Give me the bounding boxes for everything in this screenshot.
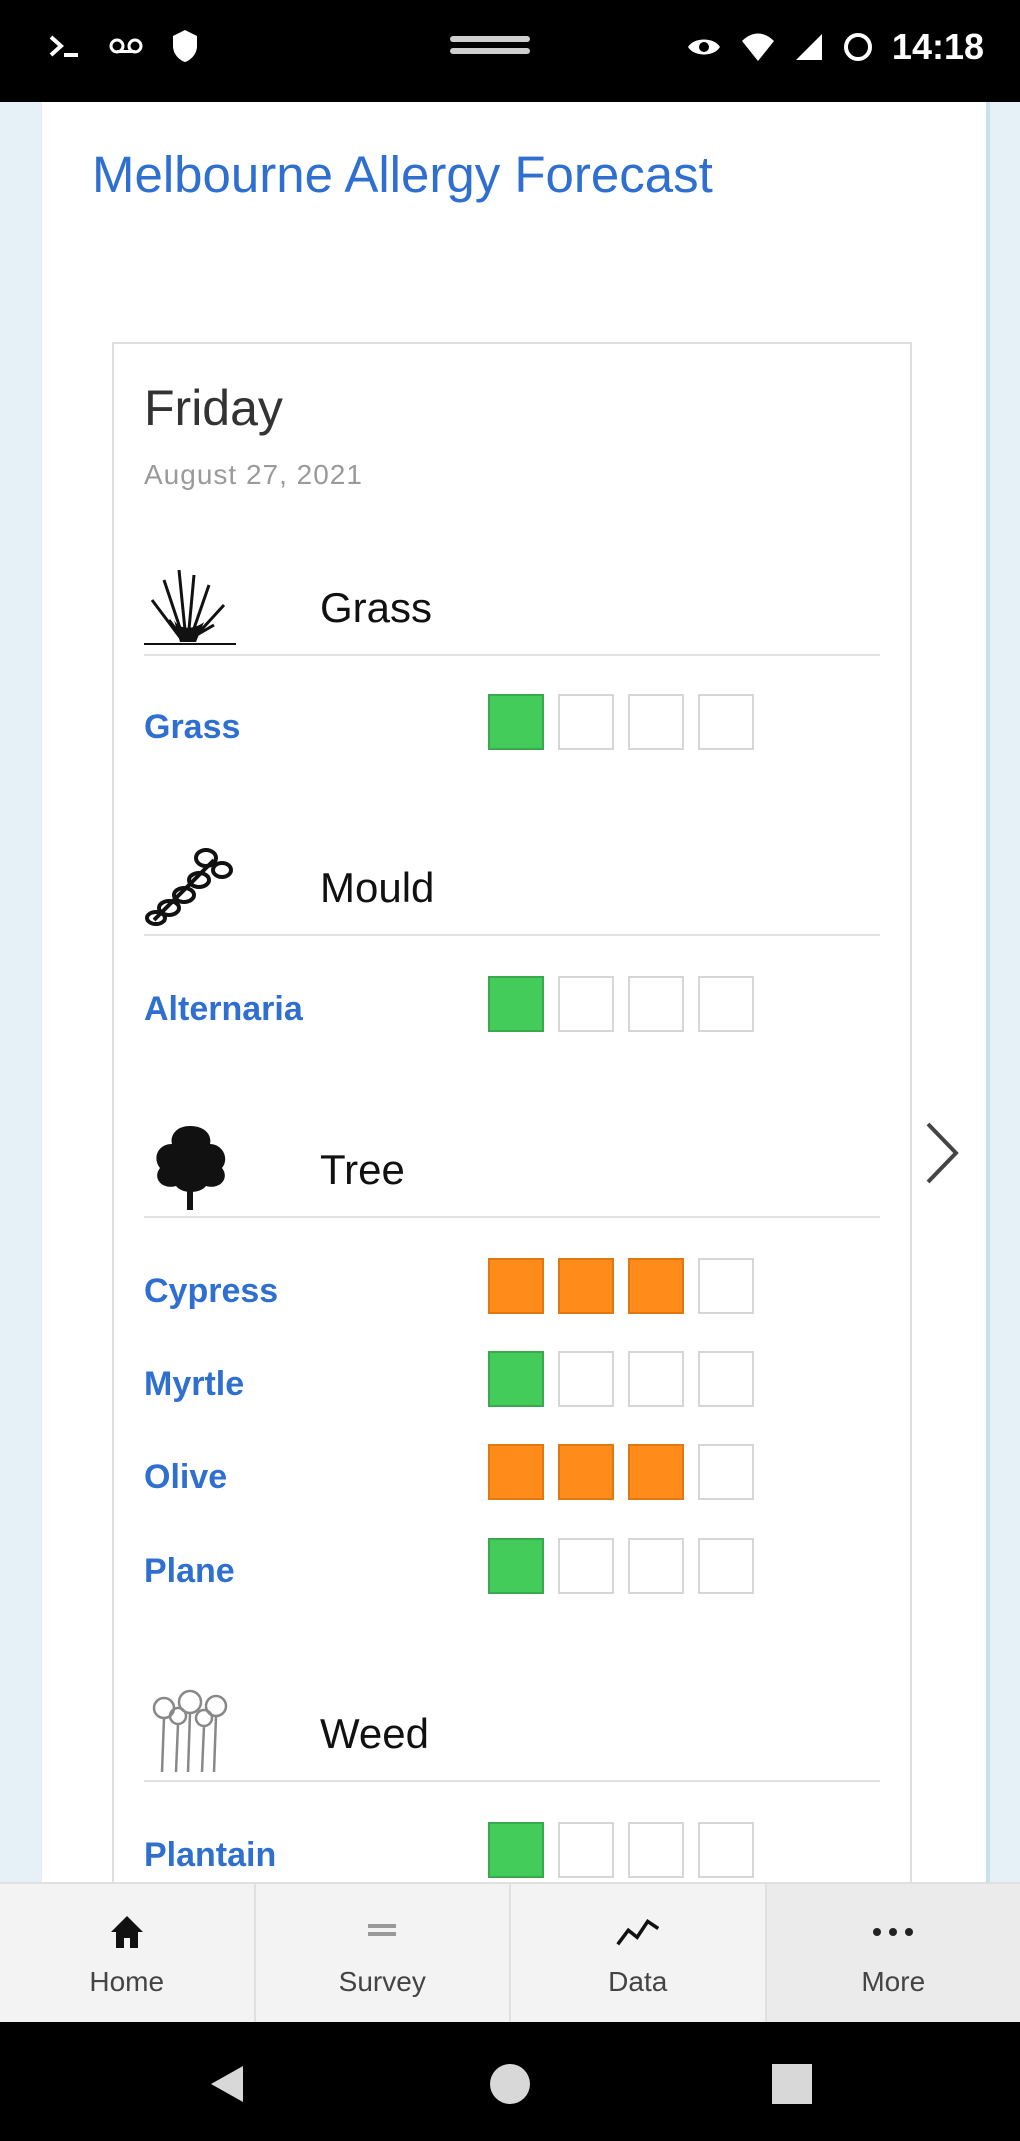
forecast-date: August 27, 2021 [144,459,363,490]
page-right-edge [986,102,1020,1882]
level-box [628,1351,684,1407]
status-left-icons [48,28,200,64]
level-box [628,694,684,750]
level-box [488,694,544,750]
level-box [488,1444,544,1500]
mould-icon [145,848,233,926]
allergen-row-olive: Olive [144,1444,880,1504]
page-title: Melbourne Allergy Forecast [92,146,713,203]
status-time: 14:18 [891,26,984,67]
level-box [698,1351,754,1407]
level-box [698,976,754,1032]
allergen-name[interactable]: Myrtle [144,1365,244,1404]
status-right-icons: 14:18 [686,26,984,68]
level-box [488,976,544,1032]
nav-home[interactable]: Home [0,1884,256,2024]
category-header-tree: Tree [144,1116,880,1218]
level-box [558,1258,614,1314]
chart-line-icon [616,1910,660,1954]
status-bar: 14:18 [0,0,1020,102]
list-icon [360,1910,404,1954]
category-header-grass: Grass [144,554,880,656]
home-circle-icon[interactable] [488,2062,532,2106]
home-icon [105,1910,149,1954]
category-name: Weed [320,1710,429,1757]
allergen-name[interactable]: Olive [144,1458,227,1497]
allergen-name[interactable]: Plane [144,1552,235,1591]
allergen-name[interactable]: Plantain [144,1836,276,1875]
category-name: Tree [320,1146,405,1193]
level-box [558,1538,614,1594]
allergen-row-plane: Plane [144,1538,880,1598]
level-indicator [488,1444,754,1500]
shield-icon [173,30,197,62]
level-box [488,1538,544,1594]
level-box [558,694,614,750]
category-name: Grass [320,584,433,631]
nav-label: Home [89,1966,165,1997]
category-header-weed: Weed [144,1680,880,1782]
level-box [628,1444,684,1500]
voicemail-icon [109,38,143,54]
level-indicator [488,1351,754,1407]
allergen-row-grass: Grass [144,694,880,754]
signal-icon [795,34,822,60]
bottom-nav: Home Survey Data More [0,1882,1020,2024]
level-box [628,1822,684,1878]
level-indicator [488,1538,754,1594]
weed-icon [152,1689,228,1773]
forecast-day: Friday [144,380,283,436]
system-nav-bar [0,2022,1020,2141]
nav-data[interactable]: Data [511,1884,767,2024]
level-box [558,976,614,1032]
allergen-row-plantain: Plantain [144,1822,880,1882]
chevron-right-icon[interactable] [918,1118,968,1188]
allergen-name[interactable]: Cypress [144,1272,278,1311]
nav-survey[interactable]: Survey [256,1884,511,2024]
allergen-name[interactable]: Alternaria [144,990,303,1029]
level-box [698,1538,754,1594]
tree-icon [156,1126,226,1210]
recents-icon[interactable] [770,2062,814,2106]
level-indicator [488,976,754,1032]
level-box [698,694,754,750]
category-name: Mould [320,864,435,911]
level-box [628,1258,684,1314]
alarm-icon [843,33,872,61]
level-box [558,1444,614,1500]
nav-label: More [861,1966,926,1997]
category-header-mould: Mould [144,834,880,936]
level-box [558,1822,614,1878]
allergen-row-cypress: Cypress [144,1258,880,1318]
back-icon[interactable] [205,2062,249,2106]
level-box [488,1822,544,1878]
terminal-icon [49,35,78,57]
level-box [698,1258,754,1314]
level-indicator [488,1258,754,1314]
nav-label: Survey [338,1966,426,1997]
level-box [558,1351,614,1407]
level-box [628,976,684,1032]
allergen-row-myrtle: Myrtle [144,1351,880,1411]
level-box [628,1538,684,1594]
forecast-card: Friday August 27, 2021 Grass Grass Mould… [112,342,912,1906]
eye-icon [687,39,720,55]
nav-more[interactable]: More [766,1884,1020,2024]
level-box [488,1351,544,1407]
wifi-icon [741,33,774,61]
network-speed-indicator [450,30,570,60]
page-left-edge [0,102,42,1882]
allergen-row-alternaria: Alternaria [144,976,880,1036]
more-icon [871,1910,915,1954]
level-indicator [488,694,754,750]
level-indicator [488,1822,754,1878]
level-box [698,1444,754,1500]
nav-label: Data [608,1966,668,1997]
grass-icon [144,569,236,645]
level-box [488,1258,544,1314]
level-box [698,1822,754,1878]
allergen-name[interactable]: Grass [144,708,240,747]
